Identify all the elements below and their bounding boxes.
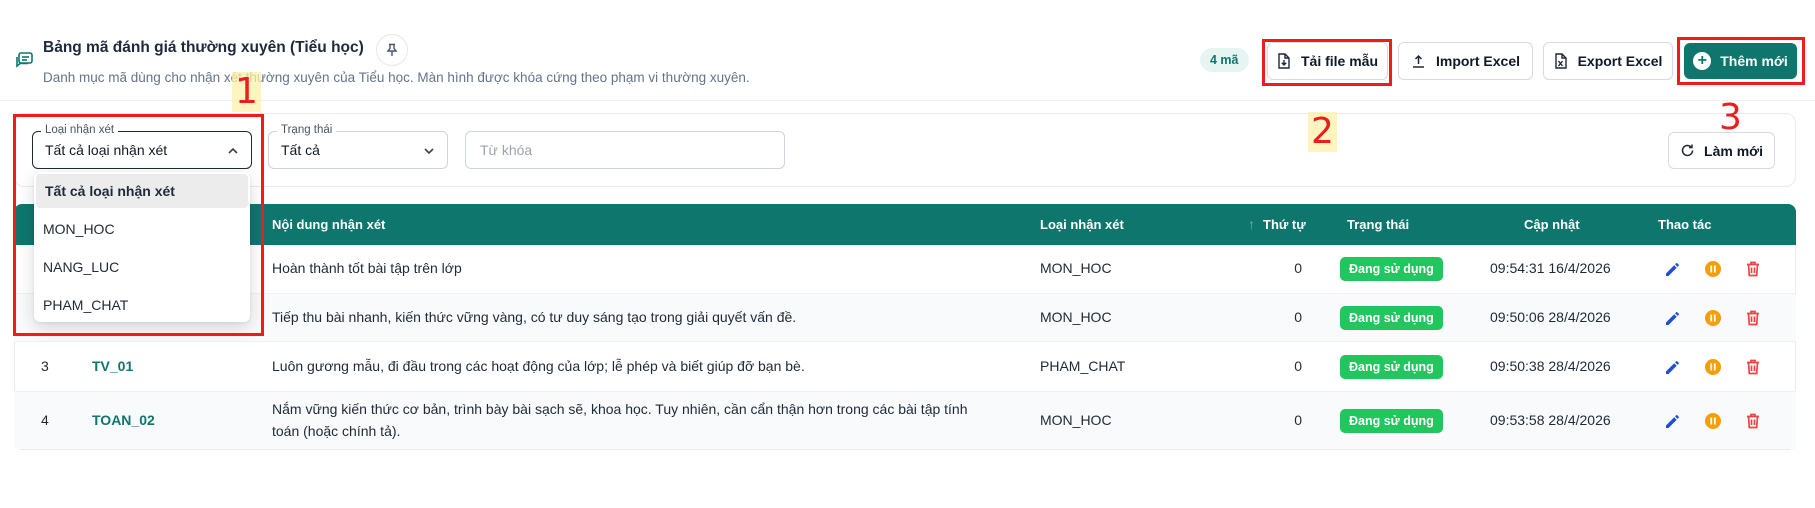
delete-icon[interactable]: [1743, 411, 1763, 431]
import-excel-label: Import Excel: [1435, 53, 1521, 69]
column-header-type[interactable]: Loại nhận xét: [1040, 217, 1124, 232]
import-excel-button[interactable]: Import Excel: [1398, 42, 1533, 80]
header-divider: [0, 100, 1815, 101]
pause-icon[interactable]: [1703, 411, 1723, 431]
row-type: PHAM_CHAT: [1040, 358, 1126, 374]
row-content: Hoàn thành tốt bài tập trên lớp: [272, 260, 462, 276]
row-updated: 09:50:06 28/4/2026: [1490, 309, 1611, 325]
row-index: 4: [41, 412, 49, 428]
row-content: Luôn gương mẫu, đi đầu trong các hoạt độ…: [272, 358, 805, 374]
pause-icon[interactable]: [1703, 259, 1723, 279]
pin-button[interactable]: [376, 34, 408, 66]
status-select[interactable]: Trạng thái Tất cả: [268, 124, 448, 169]
table-row: Tiếp thu bài nhanh, kiến thức vững vàng,…: [14, 294, 1796, 342]
status-value: Tất cả: [281, 142, 320, 158]
pause-icon[interactable]: [1703, 357, 1723, 377]
table-header: Nội dung nhận xét Loại nhận xét ↑ Thứ tự…: [14, 204, 1796, 245]
row-order: 0: [1294, 260, 1302, 276]
pause-icon[interactable]: [1703, 308, 1723, 328]
row-code[interactable]: TV_01: [92, 358, 133, 374]
status-label: Trạng thái: [277, 124, 337, 136]
column-header-updated[interactable]: Cập nhật: [1524, 217, 1580, 232]
status-badge: Đang sử dụng: [1340, 306, 1443, 330]
upload-icon: [1411, 54, 1426, 69]
column-header-actions: Thao tác: [1658, 217, 1712, 232]
table-row: Hoàn thành tốt bài tập trên lớp MON_HOC …: [14, 245, 1796, 294]
edit-icon[interactable]: [1663, 308, 1683, 328]
edit-icon[interactable]: [1663, 411, 1683, 431]
keyword-input[interactable]: [465, 131, 785, 169]
delete-icon[interactable]: [1743, 259, 1763, 279]
column-header-order[interactable]: Thứ tự: [1263, 217, 1306, 232]
annotation-number-3: 3: [1719, 97, 1742, 138]
annotation-box-1: [13, 114, 264, 336]
table-row: 3 TV_01 Luôn gương mẫu, đi đầu trong các…: [14, 342, 1796, 392]
count-badge: 4 mã: [1200, 48, 1249, 72]
row-order: 0: [1294, 412, 1302, 428]
delete-icon[interactable]: [1743, 357, 1763, 377]
row-updated: 09:53:58 28/4/2026: [1490, 412, 1611, 428]
row-updated: 09:50:38 28/4/2026: [1490, 358, 1611, 374]
row-type: MON_HOC: [1040, 260, 1112, 276]
row-updated: 09:54:31 16/4/2026: [1490, 260, 1611, 276]
annotation-box-3: [1677, 37, 1805, 85]
annotation-number-1: 1: [232, 72, 261, 112]
row-type: MON_HOC: [1040, 412, 1112, 428]
row-index: 3: [41, 358, 49, 374]
edit-icon[interactable]: [1663, 357, 1683, 377]
status-badge: Đang sử dụng: [1340, 257, 1443, 281]
edit-icon[interactable]: [1663, 259, 1683, 279]
row-content: Nắm vững kiến thức cơ bản, trình bày bài…: [272, 401, 968, 439]
export-excel-label: Export Excel: [1577, 53, 1663, 69]
row-type: MON_HOC: [1040, 309, 1112, 325]
status-badge: Đang sử dụng: [1340, 355, 1443, 379]
status-badge: Đang sử dụng: [1340, 409, 1443, 433]
column-header-content[interactable]: Nội dung nhận xét: [272, 217, 385, 232]
column-header-status[interactable]: Trạng thái: [1347, 217, 1409, 232]
pin-icon: [385, 43, 399, 57]
row-content: Tiếp thu bài nhanh, kiến thức vững vàng,…: [272, 309, 797, 325]
page-subtitle: Danh mục mã dùng cho nhận xét thường xuy…: [43, 70, 750, 85]
row-order: 0: [1294, 358, 1302, 374]
chevron-down-icon: [423, 145, 435, 157]
annotation-box-2: [1262, 39, 1392, 86]
sort-arrow-icon[interactable]: ↑: [1248, 216, 1255, 232]
refresh-icon: [1680, 143, 1695, 158]
excel-icon: [1554, 53, 1568, 69]
row-code[interactable]: TOAN_02: [92, 412, 155, 428]
refresh-label: Làm mới: [1704, 142, 1763, 159]
table-row: 4 TOAN_02 Nắm vững kiến thức cơ bản, trì…: [14, 392, 1796, 449]
annotation-number-2: 2: [1308, 112, 1337, 152]
row-order: 0: [1294, 309, 1302, 325]
page-title: Bảng mã đánh giá thường xuyên (Tiểu học): [43, 39, 364, 56]
delete-icon[interactable]: [1743, 308, 1763, 328]
export-excel-button[interactable]: Export Excel: [1543, 42, 1673, 80]
comments-icon: [14, 51, 34, 71]
